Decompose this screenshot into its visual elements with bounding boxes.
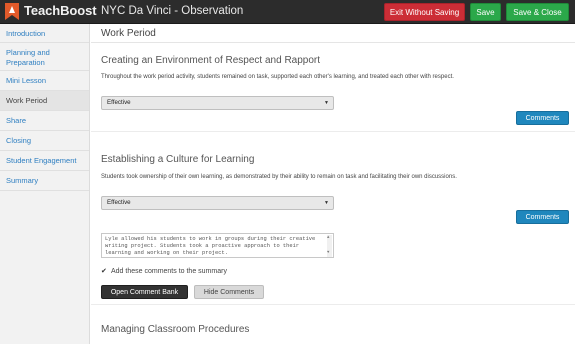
criterion-title: Managing Classroom Procedures: [101, 324, 250, 335]
chevron-down-icon: ▼: [324, 100, 329, 106]
section-divider: [91, 304, 575, 305]
sidebar-item-label: Student Engagement: [6, 156, 77, 165]
sidebar-item-label: Summary: [6, 176, 39, 185]
scroll-down-icon[interactable]: ▼: [327, 250, 329, 257]
hide-comments-button[interactable]: Hide Comments: [194, 285, 264, 299]
comment-text: Lyle allowed his students to work in gro…: [105, 236, 316, 256]
sidebar-item-label: Mini Lesson: [6, 76, 47, 85]
sidebar-item-planning[interactable]: Planning and Preparation: [0, 43, 89, 71]
page-title: NYC Da Vinci - Observation: [101, 5, 244, 17]
scroll-up-icon[interactable]: ▲: [327, 235, 329, 242]
sidebar-item-summary[interactable]: Summary: [0, 171, 89, 191]
textarea-scrollbar[interactable]: ▲ ▼: [327, 235, 332, 257]
sidebar-item-label: Work Period: [6, 96, 48, 105]
sidebar-item-introduction[interactable]: Introduction: [0, 24, 89, 43]
check-icon[interactable]: ✔: [101, 267, 107, 275]
comments-button[interactable]: Comments: [516, 111, 569, 125]
sidebar-item-label: Closing: [6, 136, 32, 145]
add-to-summary-row[interactable]: ✔ Add these comments to the summary: [101, 267, 227, 275]
header-divider: [91, 42, 575, 43]
teachboost-logo: [5, 3, 19, 20]
save-button[interactable]: Save: [470, 3, 501, 21]
app-brand: TeachBoost: [24, 3, 97, 18]
chevron-down-icon: ▼: [324, 200, 329, 206]
criterion-description: Throughout the work period activity, stu…: [101, 74, 454, 80]
comments-button[interactable]: Comments: [516, 210, 569, 224]
sidebar-item-label-line2: Preparation: [6, 58, 45, 67]
top-bar: TeachBoost NYC Da Vinci - Observation Ex…: [0, 0, 575, 24]
sidebar-item-closing[interactable]: Closing: [0, 131, 89, 151]
rating-value: Effective: [107, 99, 131, 106]
save-close-button[interactable]: Save & Close: [506, 3, 569, 21]
exit-without-saving-button[interactable]: Exit Without Saving: [384, 3, 465, 21]
sidebar: Introduction Planning and Preparation Mi…: [0, 24, 90, 344]
sidebar-item-work-period[interactable]: Work Period: [0, 91, 89, 111]
section-divider: [91, 131, 575, 132]
rating-value: Effective: [107, 199, 131, 206]
sidebar-item-share[interactable]: Share: [0, 111, 89, 131]
add-to-summary-label: Add these comments to the summary: [111, 268, 227, 275]
criterion-description: Students took ownership of their own lea…: [101, 174, 457, 180]
criterion-title: Establishing a Culture for Learning: [101, 154, 255, 165]
criterion-title: Creating an Environment of Respect and R…: [101, 55, 321, 66]
open-comment-bank-button[interactable]: Open Comment Bank: [101, 285, 188, 299]
rating-select[interactable]: Effective ▼: [101, 196, 334, 210]
comment-textarea[interactable]: Lyle allowed his students to work in gro…: [101, 233, 334, 258]
rating-select[interactable]: Effective ▼: [101, 96, 334, 110]
sidebar-item-label: Introduction: [6, 29, 46, 38]
sidebar-item-student-engagement[interactable]: Student Engagement: [0, 151, 89, 171]
sidebar-item-mini-lesson[interactable]: Mini Lesson: [0, 71, 89, 91]
sidebar-item-label-line1: Planning and: [6, 48, 50, 57]
main-content: Work Period Creating an Environment of R…: [91, 24, 575, 344]
sidebar-item-label: Share: [6, 116, 27, 125]
section-title: Work Period: [101, 28, 156, 39]
